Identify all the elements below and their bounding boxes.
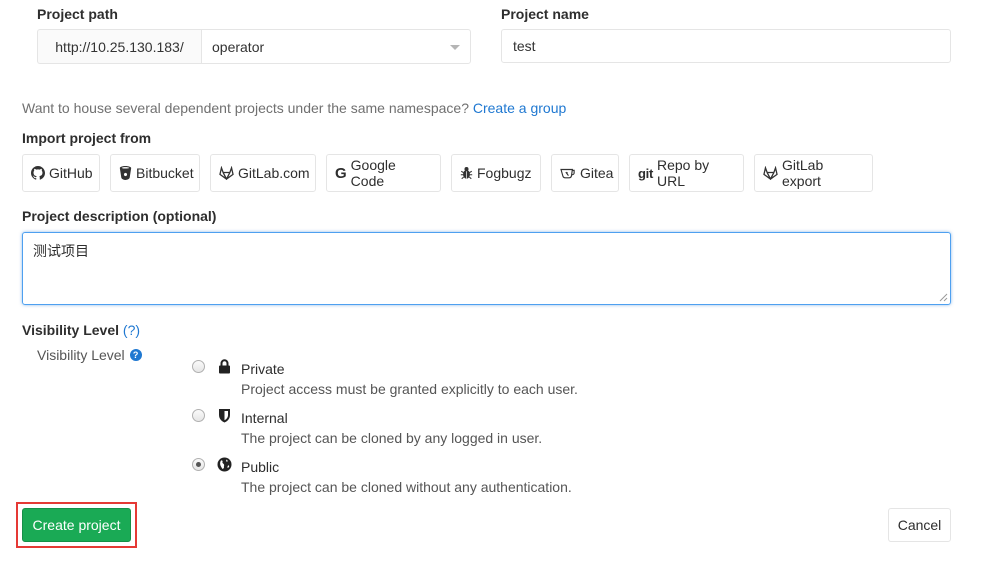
caret-down-icon [450, 45, 460, 50]
visibility-public-title: Public [241, 459, 280, 475]
project-path-label: Project path [37, 6, 118, 22]
shield-icon [219, 409, 230, 423]
project-name-input[interactable]: test [501, 29, 951, 63]
import-source-label: GitHub [49, 165, 93, 181]
import-bitbucket-button[interactable]: Bitbucket [110, 154, 200, 192]
import-source-label: Repo by URL [656, 157, 710, 189]
import-source-label: GitLab.com [238, 165, 310, 181]
import-google-code-button[interactable]: G Google Code [326, 154, 441, 192]
lock-icon [219, 359, 230, 374]
namespace-hint: Want to house several dependent projects… [22, 100, 566, 116]
import-gitlab-export-button[interactable]: GitLab export [754, 154, 873, 192]
import-source-label: Fogbugz [477, 165, 532, 181]
namespace-hint-text: Want to house several dependent projects… [22, 100, 469, 116]
project-path-prefix: http://10.25.130.183/ [37, 29, 201, 64]
import-source-label: Gitea [580, 165, 614, 181]
create-group-link[interactable]: Create a group [473, 100, 566, 116]
visibility-internal-title: Internal [241, 410, 288, 426]
description-textarea[interactable]: 测试项目 [22, 232, 951, 305]
visibility-internal-description: The project can be cloned by any logged … [241, 430, 543, 446]
google-icon: G [335, 164, 347, 182]
visibility-sub-label: Visibility Level ? [37, 347, 142, 363]
gitlab-icon [763, 166, 778, 180]
visibility-level-title: Visibility Level [22, 322, 120, 338]
visibility-private-title: Private [241, 361, 285, 377]
import-repo-by-url-button[interactable]: git Repo by URL [629, 154, 744, 192]
visibility-internal-radio[interactable] [192, 409, 205, 422]
namespace-select[interactable]: operator [201, 29, 471, 64]
globe-icon [217, 457, 232, 472]
import-label: Import project from [22, 130, 152, 146]
visibility-help-link[interactable]: (?) [123, 322, 140, 338]
import-fogbugz-button[interactable]: Fogbugz [451, 154, 541, 192]
project-path-group: http://10.25.130.183/ operator [37, 29, 471, 64]
visibility-sub-label-text: Visibility Level [37, 347, 125, 363]
visibility-private-description: Project access must be granted explicitl… [241, 381, 578, 397]
git-icon: git [638, 165, 653, 181]
import-source-label: GitLab export [782, 157, 824, 189]
import-gitea-button[interactable]: Gitea [551, 154, 619, 192]
visibility-public-radio[interactable] [192, 458, 205, 471]
bitbucket-icon [119, 166, 132, 180]
gitlab-icon [219, 166, 234, 180]
project-name-label: Project name [501, 6, 589, 22]
import-source-label: Google Code [350, 157, 396, 189]
gitea-icon [560, 168, 575, 179]
namespace-value: operator [212, 38, 265, 55]
visibility-private-radio[interactable] [192, 360, 205, 373]
resize-grip-icon[interactable] [939, 293, 948, 302]
create-project-button[interactable]: Create project [22, 508, 131, 542]
description-label: Project description (optional) [22, 208, 217, 224]
visibility-public-description: The project can be cloned without any au… [241, 479, 572, 495]
github-icon [31, 166, 45, 180]
question-circle-icon[interactable]: ? [129, 349, 142, 361]
visibility-level-label: Visibility Level (?) [22, 322, 140, 338]
description-value: 测试项目 [33, 243, 89, 259]
import-github-button[interactable]: GitHub [22, 154, 100, 192]
import-gitlab-com-button[interactable]: GitLab.com [210, 154, 316, 192]
cancel-button[interactable]: Cancel [888, 508, 951, 542]
bug-icon [460, 167, 473, 180]
import-source-label: Bitbucket [136, 165, 194, 181]
